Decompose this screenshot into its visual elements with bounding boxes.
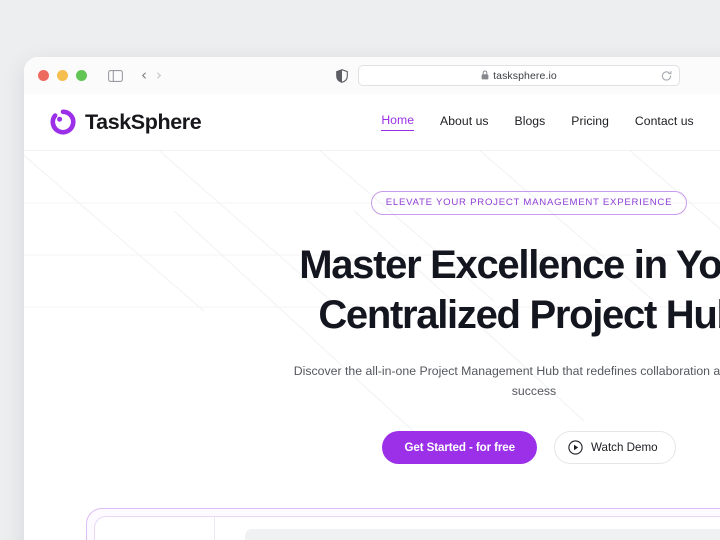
site-logo[interactable]: TaskSphere	[50, 109, 202, 135]
hero-headline: Master Excellence in Your Centralized Pr…	[274, 240, 720, 340]
nav-item-blogs[interactable]: Blogs	[515, 114, 546, 131]
watch-demo-label: Watch Demo	[590, 441, 658, 454]
url-text: tasksphere.io	[493, 69, 557, 82]
privacy-shield-icon[interactable]	[336, 68, 348, 83]
main-nav: Home About us Blogs Pricing Contact us	[381, 113, 694, 131]
screenshot-root: ‹ › tasksphere.io TaskSphere Home About …	[0, 0, 720, 540]
hero-content: ELEVATE YOUR PROJECT MANAGEMENT EXPERIEN…	[24, 151, 720, 464]
hero-cta-row: Get Started - for free Watch Demo	[274, 431, 720, 464]
get-started-button[interactable]: Get Started - for free	[382, 431, 537, 464]
nav-item-contact-us[interactable]: Contact us	[635, 114, 694, 131]
hero-headline-line1: Master Excellence in Your	[299, 243, 720, 287]
hero-section: ELEVATE YOUR PROJECT MANAGEMENT EXPERIEN…	[24, 151, 720, 540]
browser-toolbar: ‹ › tasksphere.io	[24, 57, 720, 94]
play-circle-icon	[568, 440, 583, 455]
preview-main-area	[215, 517, 720, 540]
product-preview-card	[86, 508, 720, 540]
forward-button: ›	[156, 66, 162, 84]
maximize-window-button[interactable]	[76, 70, 87, 81]
minimize-window-button[interactable]	[57, 70, 68, 81]
sidebar-toggle-icon[interactable]	[108, 69, 123, 82]
lock-icon	[481, 67, 489, 85]
toolbar-right-group: tasksphere.io	[336, 57, 680, 94]
nav-item-home[interactable]: Home	[381, 113, 415, 131]
browser-nav-arrows[interactable]: ‹ ›	[141, 68, 162, 83]
nav-item-pricing[interactable]: Pricing	[571, 114, 609, 131]
hero-headline-line2: Centralized Project Hub	[318, 293, 720, 337]
preview-sidebar	[95, 517, 215, 540]
back-button[interactable]: ‹	[141, 68, 147, 83]
reload-icon[interactable]	[661, 70, 672, 81]
product-preview-inner	[94, 516, 720, 540]
address-bar[interactable]: tasksphere.io	[358, 65, 680, 86]
window-controls[interactable]	[38, 70, 87, 81]
preview-placeholder-block	[245, 529, 720, 540]
browser-window: ‹ › tasksphere.io TaskSphere Home About …	[24, 57, 720, 540]
nav-item-about-us[interactable]: About us	[440, 114, 489, 131]
hero-eyebrow-badge: ELEVATE YOUR PROJECT MANAGEMENT EXPERIEN…	[370, 191, 688, 215]
sphere-logo-icon	[50, 109, 76, 135]
hero-subtitle: Discover the all-in-one Project Manageme…	[293, 364, 720, 398]
url-group: tasksphere.io	[481, 67, 557, 85]
close-window-button[interactable]	[38, 70, 49, 81]
watch-demo-button[interactable]: Watch Demo	[553, 431, 676, 464]
site-logo-text: TaskSphere	[85, 109, 202, 134]
site-header: TaskSphere Home About us Blogs Pricing C…	[24, 94, 720, 151]
